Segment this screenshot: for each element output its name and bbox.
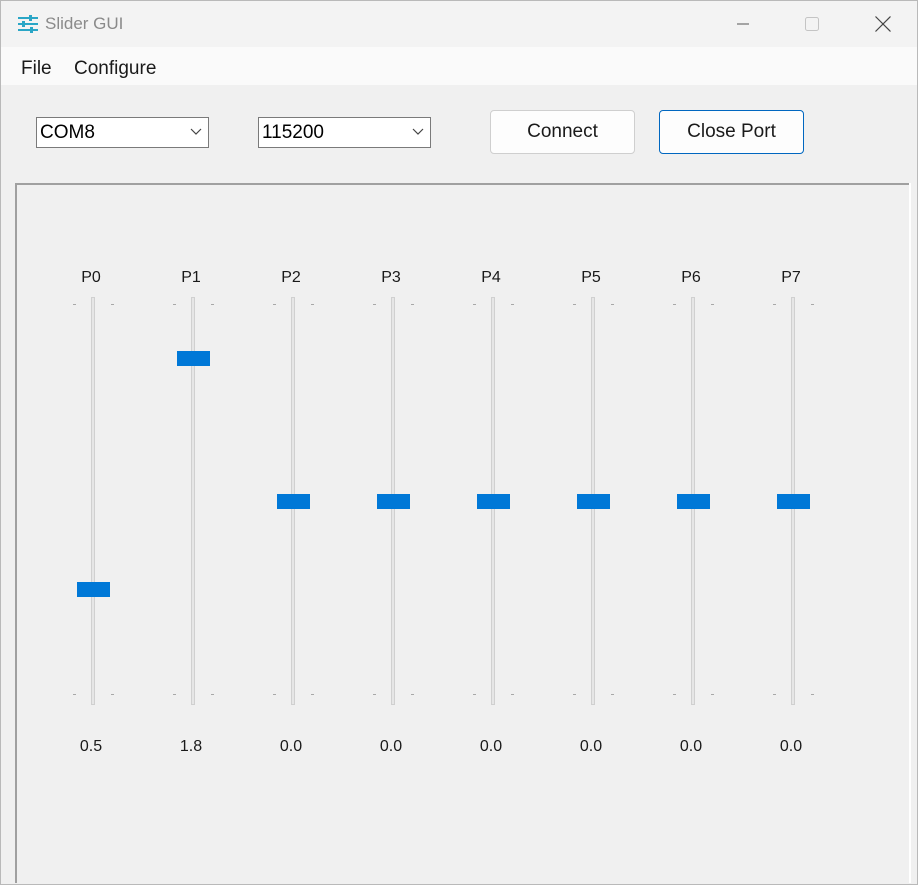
slider-tick <box>511 304 514 305</box>
app-window: Slider GUI File Configure COM8 115200 Co… <box>0 0 918 885</box>
minimize-icon <box>737 23 749 25</box>
slider-p3: P3 0.0 <box>341 185 441 884</box>
slider-label: P0 <box>81 269 101 286</box>
slider-value: 0.0 <box>479 738 503 755</box>
slider-label: P5 <box>581 269 601 286</box>
slider-label: P7 <box>781 269 801 286</box>
slider-p1: P1 1.8 <box>141 185 241 884</box>
slider-tick <box>211 304 214 305</box>
slider-p5: P5 0.0 <box>541 185 641 884</box>
slider-label: P1 <box>181 269 201 286</box>
slider-thumb[interactable] <box>577 494 610 509</box>
minimize-button[interactable] <box>709 1 777 47</box>
slider-tick <box>711 304 714 305</box>
slider-tick <box>673 304 676 305</box>
menu-file[interactable]: File <box>21 58 52 80</box>
slider-tick <box>811 304 814 305</box>
slider-p2: P2 0.0 <box>241 185 341 884</box>
slider-tick <box>173 304 176 305</box>
slider-tick <box>411 694 414 695</box>
panel-edge <box>909 183 911 883</box>
slider-value: 0.0 <box>779 738 803 755</box>
port-select-value: COM8 <box>40 122 95 143</box>
slider-p6: P6 0.0 <box>641 185 741 884</box>
slider-tick <box>73 694 76 695</box>
slider-value: 0.0 <box>379 738 403 755</box>
slider-value: 0.0 <box>279 738 303 755</box>
slider-thumb[interactable] <box>677 494 710 509</box>
slider-tick <box>473 694 476 695</box>
slider-tick <box>611 694 614 695</box>
slider-tick <box>311 304 314 305</box>
slider-tick <box>611 304 614 305</box>
slider-tick <box>573 694 576 695</box>
close-icon <box>875 16 891 32</box>
port-select[interactable]: COM8 <box>36 117 209 148</box>
slider-thumb[interactable] <box>777 494 810 509</box>
slider-value: 0.0 <box>679 738 703 755</box>
slider-value: 1.8 <box>179 738 203 755</box>
slider-tick <box>411 304 414 305</box>
slider-tick <box>511 694 514 695</box>
slider-tick <box>111 694 114 695</box>
baud-rate-select[interactable]: 115200 <box>258 117 431 148</box>
slider-thumb[interactable] <box>77 582 110 597</box>
slider-tick <box>773 694 776 695</box>
slider-tick <box>773 304 776 305</box>
slider-tick <box>111 304 114 305</box>
slider-tick <box>211 694 214 695</box>
slider-label: P3 <box>381 269 401 286</box>
slider-tick <box>273 694 276 695</box>
slider-tick <box>673 694 676 695</box>
slider-p7: P7 0.0 <box>741 185 841 884</box>
slider-value: 0.0 <box>579 738 603 755</box>
baud-rate-select-value: 115200 <box>262 122 324 143</box>
connect-button[interactable]: Connect <box>490 110 635 154</box>
slider-tick <box>711 694 714 695</box>
slider-label: P6 <box>681 269 701 286</box>
slider-tick <box>311 694 314 695</box>
chevron-down-icon <box>412 128 424 135</box>
slider-thumb[interactable] <box>277 494 310 509</box>
maximize-button[interactable] <box>778 1 846 47</box>
slider-thumb[interactable] <box>377 494 410 509</box>
slider-p4: P4 0.0 <box>441 185 541 884</box>
slider-tick <box>373 304 376 305</box>
window-title: Slider GUI <box>45 14 124 33</box>
slider-tick <box>173 694 176 695</box>
slider-label: P4 <box>481 269 501 286</box>
title-bar[interactable]: Slider GUI <box>1 1 917 47</box>
sliders-icon <box>17 14 39 34</box>
slider-tick <box>373 694 376 695</box>
chevron-down-icon <box>190 128 202 135</box>
menu-bar: File Configure <box>1 47 917 85</box>
slider-tick <box>573 304 576 305</box>
slider-tick <box>73 304 76 305</box>
menu-configure[interactable]: Configure <box>74 58 156 80</box>
slider-thumb[interactable] <box>477 494 510 509</box>
slider-track[interactable] <box>91 297 95 705</box>
slider-tick <box>273 304 276 305</box>
slider-tick <box>811 694 814 695</box>
slider-label: P2 <box>281 269 301 286</box>
slider-value: 0.5 <box>79 738 103 755</box>
close-window-button[interactable] <box>849 1 917 47</box>
close-port-button[interactable]: Close Port <box>659 110 804 154</box>
slider-thumb[interactable] <box>177 351 210 366</box>
maximize-icon <box>805 17 819 31</box>
slider-p0: P0 0.5 <box>41 185 141 884</box>
slider-panel: P0 0.5 P1 1.8 P2 0.0 P3 0.0 P4 0.0 P5 0.0 P6 0.0 P7 0.0 <box>15 183 911 883</box>
slider-tick <box>473 304 476 305</box>
